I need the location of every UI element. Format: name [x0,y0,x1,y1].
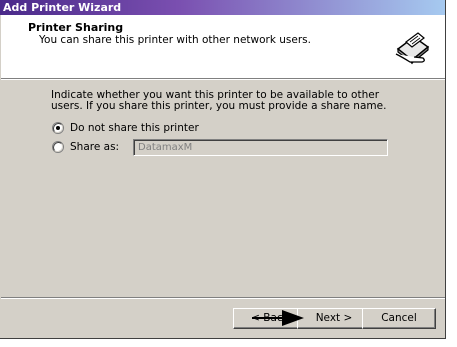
printer-share-icon [392,27,432,67]
wizard-header: Printer Sharing You can share this print… [1,15,445,79]
header-divider [1,79,445,80]
radio-do-not-share[interactable]: Do not share this printer [52,121,199,135]
pointer-arrow-icon [252,310,304,326]
page-title: Printer Sharing [28,21,124,34]
page-subtitle: You can share this printer with other ne… [39,34,311,46]
share-name-input[interactable]: DatamaxM [133,139,388,156]
radio-share-as[interactable]: Share as: [52,140,119,154]
share-as-label: Share as: [70,141,120,153]
cancel-button[interactable]: Cancel [362,308,436,329]
window-title: Add Printer Wizard [3,1,122,14]
sharing-description: Indicate whether you want this printer t… [51,89,387,112]
radio-button-icon[interactable] [52,141,64,153]
window-title-bar[interactable]: Add Printer Wizard [0,0,445,15]
add-printer-wizard-window: Add Printer Wizard Printer Sharing You c… [0,0,446,339]
radio-button-selected-icon[interactable] [52,122,64,134]
button-separator [1,297,445,299]
do-not-share-label: Do not share this printer [70,122,199,134]
